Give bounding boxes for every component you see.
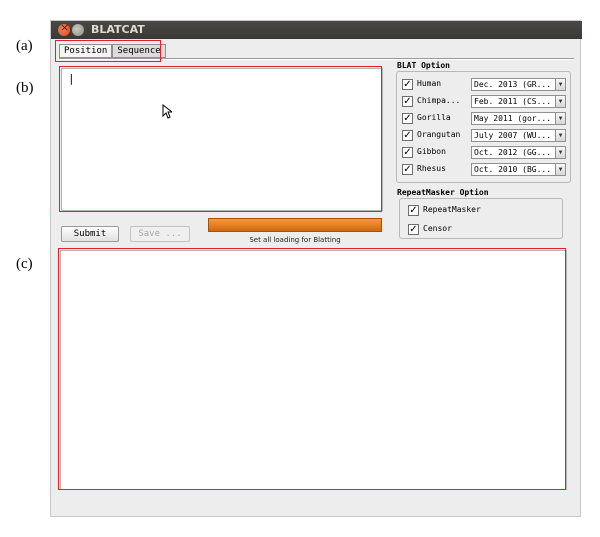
assembly-value: Feb. 2011 (CS... xyxy=(474,97,552,106)
species-row-orangutan: ✓ Orangutan July 2007 (WU... ▼ xyxy=(402,129,567,143)
panel-label-c: (c) xyxy=(16,256,33,272)
censor-row: ✓ Censor xyxy=(408,223,573,237)
blat-option-group: ✓ Human Dec. 2013 (GR... ▼ ✓ Chimpa... Fe… xyxy=(396,71,571,183)
assembly-value: Oct. 2012 (GG... xyxy=(474,148,552,157)
check-icon[interactable]: ✓ xyxy=(402,164,413,175)
species-row-human: ✓ Human Dec. 2013 (GR... ▼ xyxy=(402,78,567,92)
assembly-select[interactable]: Feb. 2011 (CS... ▼ xyxy=(471,95,566,108)
assembly-select[interactable]: Oct. 2010 (BG... ▼ xyxy=(471,163,566,176)
check-icon[interactable]: ✓ xyxy=(402,113,413,124)
species-label: Gorilla xyxy=(417,113,451,122)
assembly-value: Oct. 2010 (BG... xyxy=(474,165,552,174)
censor-label: Censor xyxy=(423,224,452,233)
title-bar: BLATCAT xyxy=(51,21,582,39)
repeatmasker-label: RepeatMasker xyxy=(423,205,481,214)
repeatmasker-row: ✓ RepeatMasker xyxy=(408,204,573,218)
species-row-gorilla: ✓ Gorilla May 2011 (gor... ▼ xyxy=(402,112,567,126)
save-button[interactable]: Save ... xyxy=(130,226,190,242)
progress-label: Set all loading for Blatting xyxy=(249,236,341,244)
submit-button[interactable]: Submit xyxy=(61,226,119,242)
species-label: Gibbon xyxy=(417,147,446,156)
dropdown-arrow-icon[interactable]: ▼ xyxy=(555,130,565,141)
highlight-box-tabs xyxy=(55,40,161,62)
blat-option-title: BLAT Option xyxy=(397,61,450,70)
check-icon[interactable]: ✓ xyxy=(402,130,413,141)
close-window-button[interactable] xyxy=(58,21,70,36)
window-title: BLATCAT xyxy=(91,23,145,36)
species-label: Rhesus xyxy=(417,164,446,173)
species-label: Chimpa... xyxy=(417,96,461,105)
loading-progress-bar xyxy=(208,218,382,232)
assembly-select[interactable]: July 2007 (WU... ▼ xyxy=(471,129,566,142)
assembly-value: July 2007 (WU... xyxy=(474,131,552,140)
assembly-select[interactable]: Dec. 2013 (GR... ▼ xyxy=(471,78,566,91)
check-icon[interactable]: ✓ xyxy=(402,147,413,158)
minimize-window-button[interactable] xyxy=(72,24,84,36)
dropdown-arrow-icon[interactable]: ▼ xyxy=(555,79,565,90)
assembly-value: May 2011 (gor... xyxy=(474,114,552,123)
highlight-box-results xyxy=(58,248,566,490)
assembly-select[interactable]: May 2011 (gor... ▼ xyxy=(471,112,566,125)
species-label: Human xyxy=(417,79,442,88)
panel-label-b: (b) xyxy=(16,80,34,96)
panel-label-a: (a) xyxy=(16,38,33,54)
check-icon[interactable]: ✓ xyxy=(408,205,419,216)
check-icon[interactable]: ✓ xyxy=(402,79,413,90)
dropdown-arrow-icon[interactable]: ▼ xyxy=(555,113,565,124)
species-row-chimpanzee: ✓ Chimpa... Feb. 2011 (CS... ▼ xyxy=(402,95,567,109)
repeatmasker-option-group: ✓ RepeatMasker ✓ Censor xyxy=(399,198,563,239)
assembly-select[interactable]: Oct. 2012 (GG... ▼ xyxy=(471,146,566,159)
dropdown-arrow-icon[interactable]: ▼ xyxy=(555,96,565,107)
species-label: Orangutan xyxy=(417,130,461,139)
check-icon[interactable]: ✓ xyxy=(408,224,419,235)
dropdown-arrow-icon[interactable]: ▼ xyxy=(555,147,565,158)
species-row-gibbon: ✓ Gibbon Oct. 2012 (GG... ▼ xyxy=(402,146,567,160)
highlight-box-sequence-input xyxy=(59,66,382,212)
assembly-value: Dec. 2013 (GR... xyxy=(474,80,552,89)
dropdown-arrow-icon[interactable]: ▼ xyxy=(555,164,565,175)
repeatmasker-option-title: RepeatMasker Option xyxy=(397,188,489,197)
species-row-rhesus: ✓ Rhesus Oct. 2010 (BG... ▼ xyxy=(402,163,567,177)
check-icon[interactable]: ✓ xyxy=(402,96,413,107)
